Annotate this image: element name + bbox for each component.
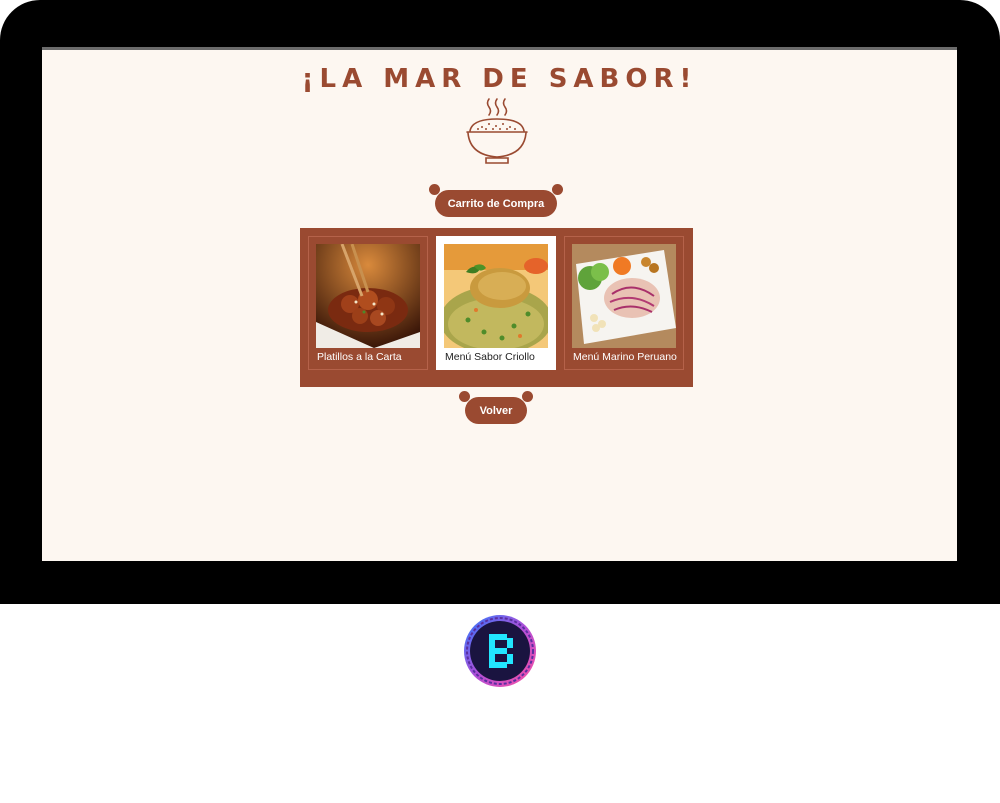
menu-card-label: Platillos a la Carta xyxy=(317,351,402,363)
button-ear-right xyxy=(522,391,533,402)
ceviche-photo xyxy=(572,244,676,348)
button-ear-left xyxy=(459,391,470,402)
b-pixel-logo-icon xyxy=(464,615,536,687)
cart-button[interactable]: Carrito de Compra xyxy=(429,184,563,217)
steaming-bowl-icon xyxy=(466,98,528,164)
menu-card-label: Menú Marino Peruano xyxy=(573,351,677,363)
cart-button-label: Carrito de Compra xyxy=(447,197,545,210)
back-button-label: Volver xyxy=(479,404,513,417)
button-ear-right xyxy=(552,184,563,195)
back-button[interactable]: Volver xyxy=(459,391,533,424)
button-ear-left xyxy=(429,184,440,195)
menu-card-sabor-criollo[interactable]: Menú Sabor Criollo xyxy=(436,236,556,370)
menu-card-marino-peruano[interactable]: Menú Marino Peruano xyxy=(564,236,684,370)
menu-cards-panel: Platillos a la Carta Menú Sabor Criollo … xyxy=(300,228,693,387)
arroz-con-pollo-photo xyxy=(444,244,548,348)
sweet-and-sour-chicken-photo xyxy=(316,244,420,348)
page-title: ¡LA MAR DE SABOR! xyxy=(301,64,698,94)
monitor-frame: ¡LA MAR DE SABOR! Carrito de Compra Plat… xyxy=(0,0,1000,604)
menu-card-label: Menú Sabor Criollo xyxy=(445,351,535,363)
app-screen: ¡LA MAR DE SABOR! Carrito de Compra Plat… xyxy=(42,47,957,561)
menu-card-platillos[interactable]: Platillos a la Carta xyxy=(308,236,428,370)
